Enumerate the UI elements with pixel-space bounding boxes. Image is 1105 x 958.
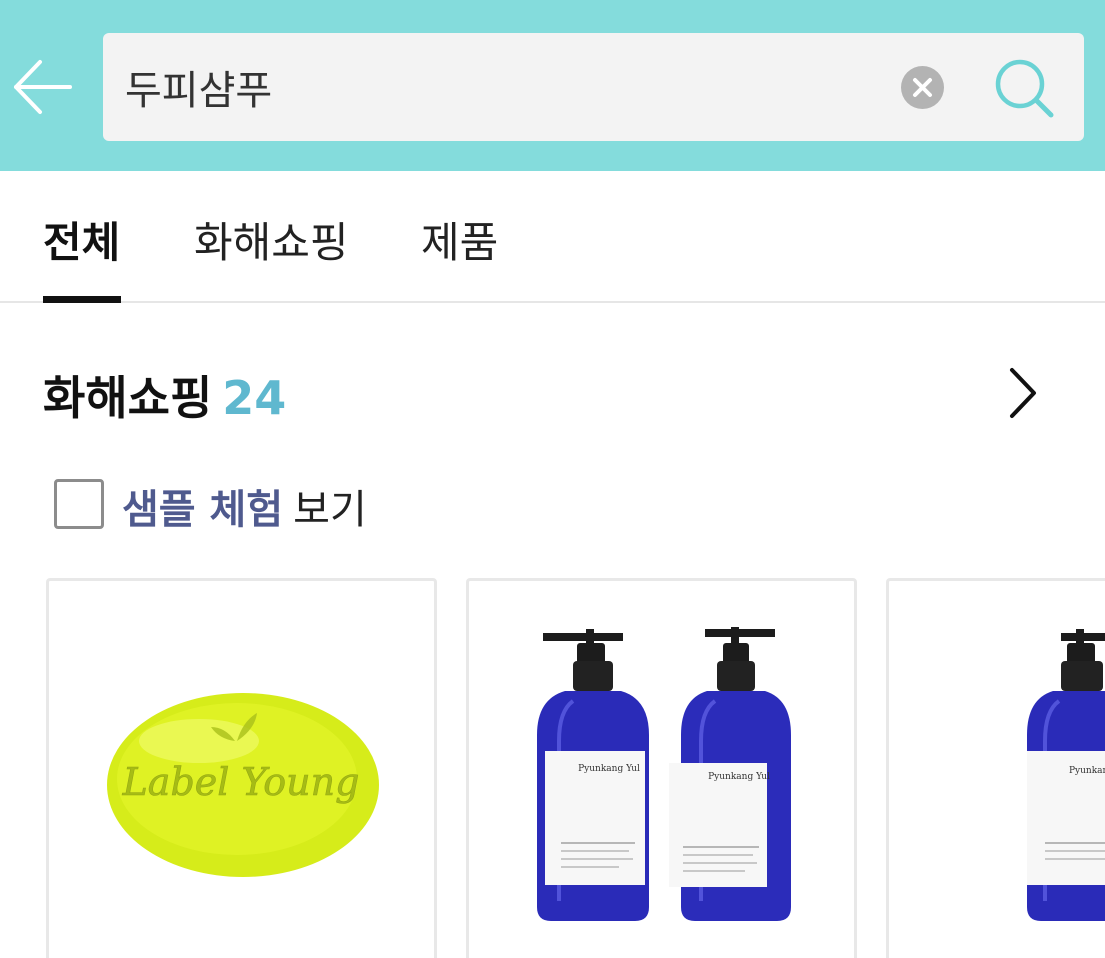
section-title-text: 화해쇼핑 xyxy=(43,371,213,425)
section-title: 화해쇼핑 24 xyxy=(43,362,287,425)
tab-products[interactable]: 제품 xyxy=(421,209,498,303)
search-results-screen: 전체 화해쇼핑 제품 화해쇼핑24 샘플 체험보기 Label Young xyxy=(0,0,1105,958)
sample-trial-label: 샘플 체험 보기 xyxy=(122,477,367,535)
product-image-soap: Label Young xyxy=(107,693,379,877)
sample-trial-rest: 보기 xyxy=(293,487,367,533)
product-card[interactable]: Pyunkang Yul Pyunkang Yul xyxy=(466,578,857,958)
back-button[interactable] xyxy=(12,58,72,116)
product-image-text: Pyunkang Yul xyxy=(578,764,640,774)
search-button[interactable] xyxy=(993,57,1057,121)
tab-all[interactable]: 전체 xyxy=(43,209,120,303)
active-tab-indicator xyxy=(43,296,121,303)
product-card[interactable]: Pyunkang xyxy=(886,578,1105,958)
tab-hwahae-shopping[interactable]: 화해쇼핑 xyxy=(194,209,349,303)
tab-bar: 전체 화해쇼핑 제품 xyxy=(0,171,1105,303)
product-card[interactable]: Label Young xyxy=(46,578,437,958)
product-list: Label Young Pyunkang Yul Pyunkang Yul Py… xyxy=(0,578,1105,958)
clear-search-button[interactable] xyxy=(901,66,944,109)
search-input[interactable] xyxy=(125,57,885,117)
product-image-text: Pyunkang Yul xyxy=(708,772,770,782)
search-icon xyxy=(995,59,1054,118)
search-header xyxy=(0,0,1105,171)
sample-trial-checkbox[interactable] xyxy=(54,479,104,529)
search-box xyxy=(103,33,1084,141)
product-image-text: Pyunkang xyxy=(1069,766,1105,776)
clear-circle-icon xyxy=(913,78,932,97)
section-more-button[interactable] xyxy=(996,362,1052,424)
arrow-left-icon xyxy=(14,60,72,114)
product-image-shampoo: Pyunkang xyxy=(1027,629,1105,921)
product-image-shampoo-treatment: Pyunkang Yul Pyunkang Yul xyxy=(537,627,791,921)
chevron-right-icon xyxy=(1010,368,1036,418)
product-image-text: Label Young xyxy=(122,760,360,804)
sample-trial-highlight: 샘플 체험 xyxy=(122,487,284,533)
section-count: 24 xyxy=(222,371,287,425)
